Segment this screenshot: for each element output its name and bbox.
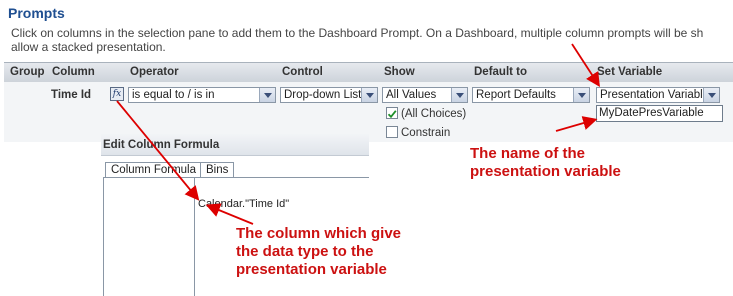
arrow-to-variable-name (555, 116, 598, 132)
annotation-arrows (116, 43, 600, 225)
arrow-note-to-formula (205, 203, 254, 225)
arrow-fx-to-formula (116, 100, 200, 201)
arrow-to-set-variable (571, 43, 600, 88)
